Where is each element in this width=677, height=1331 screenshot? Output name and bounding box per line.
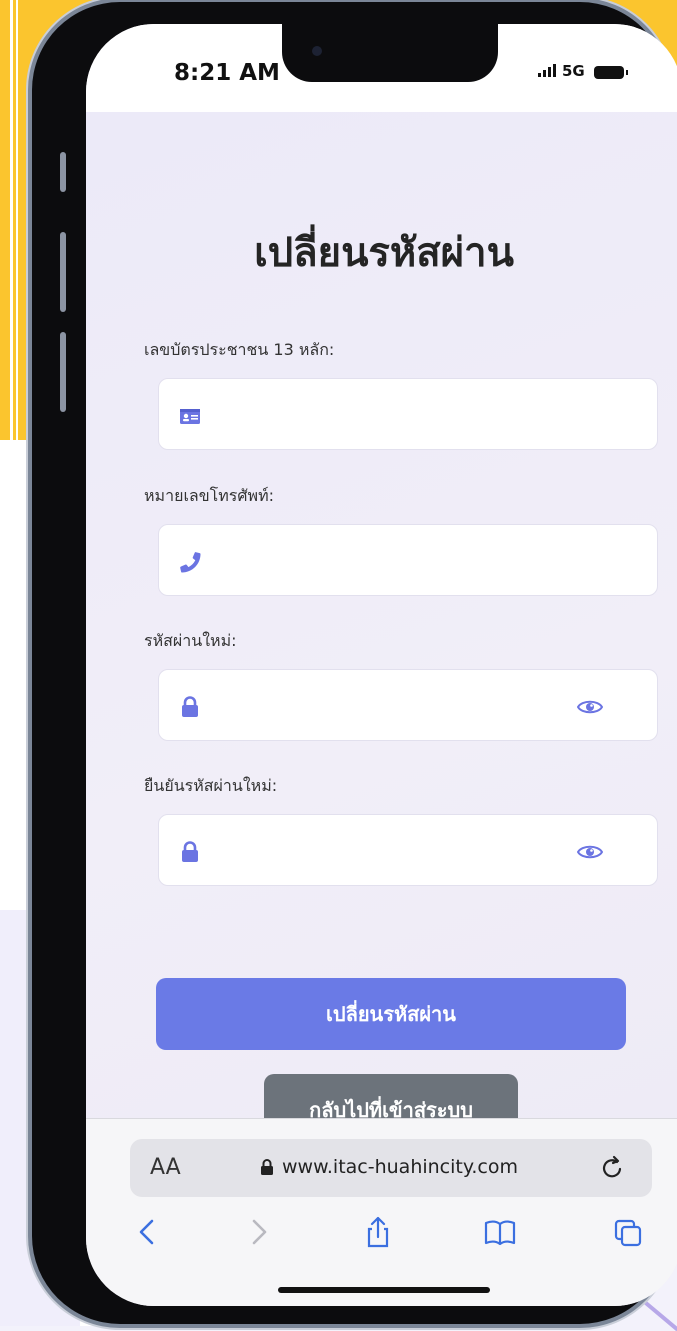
eye-icon[interactable] [577,698,603,716]
browser-nav-bar [86,1211,677,1261]
eye-icon[interactable] [577,843,603,861]
id-card-field[interactable] [158,378,658,450]
confirm-password-input[interactable] [215,831,579,873]
confirm-password-field[interactable] [158,814,658,886]
share-icon[interactable] [362,1215,394,1249]
phone-label: หมายเลขโทรศัพท์: [144,486,275,505]
address-bar[interactable]: AA www.itac-huahincity.com [130,1139,652,1197]
forward-chevron-icon[interactable] [242,1215,274,1249]
url-text[interactable]: www.itac-huahincity.com [282,1156,518,1178]
confirm-password-label: ยืนยันรหัสผ่านใหม่: [144,776,278,795]
status-time: 8:21 AM [174,60,280,86]
lock-icon [182,841,198,862]
lock-icon [261,1159,273,1175]
background-stripe [16,0,18,470]
phone-frame: 8:21 AM 5G เปลี่ยนรหัสผ่าน เลขบัตรประชาช… [32,2,677,1324]
reload-icon[interactable] [600,1153,626,1181]
tabs-icon[interactable] [612,1215,644,1249]
notch [282,24,498,82]
new-password-input[interactable] [215,686,579,728]
back-chevron-icon[interactable] [132,1215,164,1249]
new-password-label: รหัสผ่านใหม่: [144,631,237,650]
browser-toolbar: AA www.itac-huahincity.com [86,1118,677,1306]
volume-down-button [60,332,66,412]
background-stripe [10,0,13,470]
network-type: 5G [562,62,585,80]
mute-switch [60,152,66,192]
signal-icon [538,64,556,77]
phone-field[interactable] [158,524,658,596]
phone-input[interactable] [215,541,579,583]
id-card-icon [180,409,200,424]
lock-icon [182,696,198,717]
battery-icon [594,66,628,79]
new-password-field[interactable] [158,669,658,741]
id-card-input[interactable] [215,395,579,437]
bookmarks-icon[interactable] [484,1215,516,1249]
camera-icon [312,46,322,56]
volume-up-button [60,232,66,312]
page-title: เปลี่ยนรหัสผ่าน [254,230,514,276]
page-content: เปลี่ยนรหัสผ่าน เลขบัตรประชาชน 13 หลัก: … [86,112,677,1146]
phone-screen: 8:21 AM 5G เปลี่ยนรหัสผ่าน เลขบัตรประชาช… [86,24,677,1306]
id-card-label: เลขบัตรประชาชน 13 หลัก: [144,340,335,359]
phone-icon [180,552,201,573]
home-indicator [278,1287,490,1293]
text-size-button[interactable]: AA [150,1155,181,1180]
change-password-button[interactable]: เปลี่ยนรหัสผ่าน [156,978,626,1050]
